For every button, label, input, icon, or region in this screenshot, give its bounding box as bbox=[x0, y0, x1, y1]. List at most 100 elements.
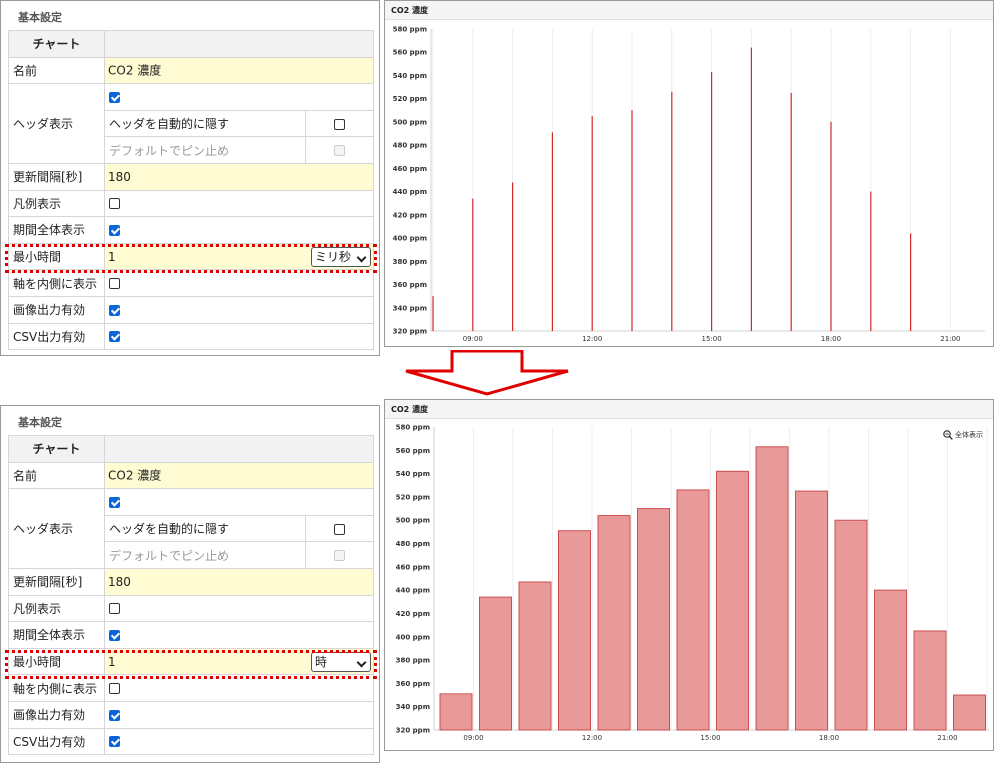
y-tick-label: 520 ppm bbox=[396, 493, 430, 501]
full-period-checkbox[interactable] bbox=[109, 629, 120, 641]
axis-inside-cell bbox=[104, 269, 374, 297]
default-pin-checkbox bbox=[334, 550, 345, 562]
full-period-label: 期間全体表示 bbox=[8, 216, 105, 244]
interval-input[interactable]: 180 bbox=[104, 162, 374, 191]
data-bar bbox=[913, 630, 947, 731]
y-tick-label: 380 ppm bbox=[396, 657, 430, 665]
csv-output-checkbox[interactable] bbox=[109, 331, 120, 343]
full-period-checkbox[interactable] bbox=[109, 224, 120, 236]
min-time-unit-value: ミリ秒 bbox=[315, 249, 352, 264]
legend-label: 凡例表示 bbox=[8, 189, 105, 218]
y-tick-label: 340 ppm bbox=[393, 304, 427, 312]
x-tick-label: 18:00 bbox=[819, 734, 839, 742]
y-tick-label: 560 ppm bbox=[396, 447, 430, 455]
legend-checkbox[interactable] bbox=[109, 198, 120, 210]
axis-inside-label: 軸を内側に表示 bbox=[8, 674, 105, 702]
x-tick-label: 18:00 bbox=[821, 335, 841, 343]
down-arrow-icon bbox=[405, 350, 569, 396]
data-bar bbox=[558, 530, 591, 731]
zoom-reset-label: 全体表示 bbox=[955, 431, 983, 439]
name-label: 名前 bbox=[8, 461, 105, 490]
x-tick-label: 09:00 bbox=[463, 734, 483, 742]
data-bar bbox=[716, 470, 749, 731]
data-bar bbox=[834, 519, 868, 731]
axis-inside-checkbox[interactable] bbox=[109, 278, 120, 290]
y-tick-label: 580 ppm bbox=[396, 424, 430, 432]
x-tick-label: 21:00 bbox=[940, 335, 960, 343]
y-tick-label: 580 ppm bbox=[393, 26, 427, 34]
y-tick-label: 560 ppm bbox=[393, 49, 427, 57]
data-bar bbox=[874, 589, 907, 731]
legend-cell bbox=[104, 189, 374, 218]
name-input[interactable]: CO2 濃度 bbox=[104, 461, 374, 490]
y-tick-label: 360 ppm bbox=[396, 680, 430, 688]
zoom-out-icon bbox=[943, 430, 953, 440]
name-input[interactable]: CO2 濃度 bbox=[104, 56, 374, 85]
axis-inside-cell bbox=[104, 674, 374, 702]
interval-input-value: 180 bbox=[108, 169, 131, 184]
legend-checkbox[interactable] bbox=[109, 603, 120, 615]
auto-hide-label: ヘッダを自動的に隠す bbox=[104, 109, 306, 138]
full-period-cell bbox=[104, 621, 374, 649]
settings-panel-after: 基本設定 チャート 名前 CO2 濃度 ヘッダ表示 ヘッダを自動的に隠す デフォ… bbox=[0, 405, 380, 763]
image-output-label: 画像出力有効 bbox=[8, 295, 105, 324]
data-bar bbox=[439, 693, 473, 731]
axis-inside-checkbox[interactable] bbox=[109, 683, 120, 695]
min-time-input[interactable]: 1 時 bbox=[104, 647, 374, 676]
header-display-label: ヘッダ表示 bbox=[8, 488, 105, 569]
chevron-down-icon bbox=[356, 252, 367, 262]
default-pin-label: デフォルトでピン止め bbox=[104, 541, 306, 569]
min-time-unit-select[interactable]: 時 bbox=[311, 651, 371, 672]
default-pin-checkbox bbox=[334, 145, 345, 157]
y-tick-label: 440 ppm bbox=[396, 587, 430, 595]
min-time-unit-select[interactable]: ミリ秒 bbox=[311, 246, 371, 267]
image-output-checkbox[interactable] bbox=[109, 709, 120, 721]
y-tick-label: 520 ppm bbox=[393, 95, 427, 103]
full-period-label: 期間全体表示 bbox=[8, 621, 105, 649]
co2-bar-chart: 320 ppm 340 ppm 360 ppm 380 ppm 400 ppm 420 p… bbox=[396, 424, 989, 742]
chart-header: チャート bbox=[8, 30, 105, 58]
min-time-label: 最小時間 bbox=[8, 647, 105, 676]
y-tick-label: 420 ppm bbox=[396, 610, 430, 618]
interval-input[interactable]: 180 bbox=[104, 567, 374, 596]
co2-line-chart: 320 ppm 340 ppm 360 ppm 380 ppm 400 ppm 420 p… bbox=[393, 26, 985, 343]
auto-hide-cell bbox=[305, 109, 374, 138]
axis-inside-label: 軸を内側に表示 bbox=[8, 269, 105, 297]
interval-label: 更新間隔[秒] bbox=[8, 567, 105, 596]
data-bar bbox=[676, 489, 710, 731]
image-output-label: 画像出力有効 bbox=[8, 700, 105, 729]
auto-hide-checkbox[interactable] bbox=[334, 118, 345, 130]
header-display-checkbox[interactable] bbox=[109, 91, 120, 103]
x-tick-label: 15:00 bbox=[700, 734, 720, 742]
data-bar bbox=[637, 508, 670, 731]
header-display-cell bbox=[104, 488, 374, 516]
min-time-input-value: 1 bbox=[108, 249, 116, 264]
x-tick-label: 12:00 bbox=[582, 734, 602, 742]
settings-title: 基本設定 bbox=[18, 416, 62, 429]
y-tick-label: 400 ppm bbox=[393, 235, 427, 243]
auto-hide-label: ヘッダを自動的に隠す bbox=[104, 514, 306, 543]
data-bar bbox=[795, 490, 828, 731]
header-display-checkbox[interactable] bbox=[109, 496, 120, 508]
image-output-checkbox[interactable] bbox=[109, 304, 120, 316]
min-time-input[interactable]: 1 ミリ秒 bbox=[104, 242, 374, 271]
default-pin-cell bbox=[305, 541, 374, 569]
auto-hide-checkbox[interactable] bbox=[334, 523, 345, 535]
settings-title: 基本設定 bbox=[18, 11, 62, 24]
zoom-reset-button[interactable]: 全体表示 bbox=[943, 430, 983, 440]
y-tick-label: 460 ppm bbox=[393, 165, 427, 173]
image-output-cell bbox=[104, 700, 374, 729]
chart-title: CO2 濃度 bbox=[385, 400, 993, 419]
x-tick-label: 12:00 bbox=[582, 335, 602, 343]
csv-output-checkbox[interactable] bbox=[109, 736, 120, 748]
y-tick-label: 360 ppm bbox=[393, 281, 427, 289]
y-tick-label: 440 ppm bbox=[393, 188, 427, 196]
chart-header-blank bbox=[104, 30, 374, 58]
interval-label: 更新間隔[秒] bbox=[8, 162, 105, 191]
min-time-unit-value: 時 bbox=[315, 654, 328, 669]
data-bar bbox=[953, 694, 986, 731]
default-pin-label: デフォルトでピン止め bbox=[104, 136, 306, 164]
chart-header: チャート bbox=[8, 435, 105, 463]
y-tick-label: 320 ppm bbox=[393, 328, 427, 336]
header-display-cell bbox=[104, 83, 374, 111]
